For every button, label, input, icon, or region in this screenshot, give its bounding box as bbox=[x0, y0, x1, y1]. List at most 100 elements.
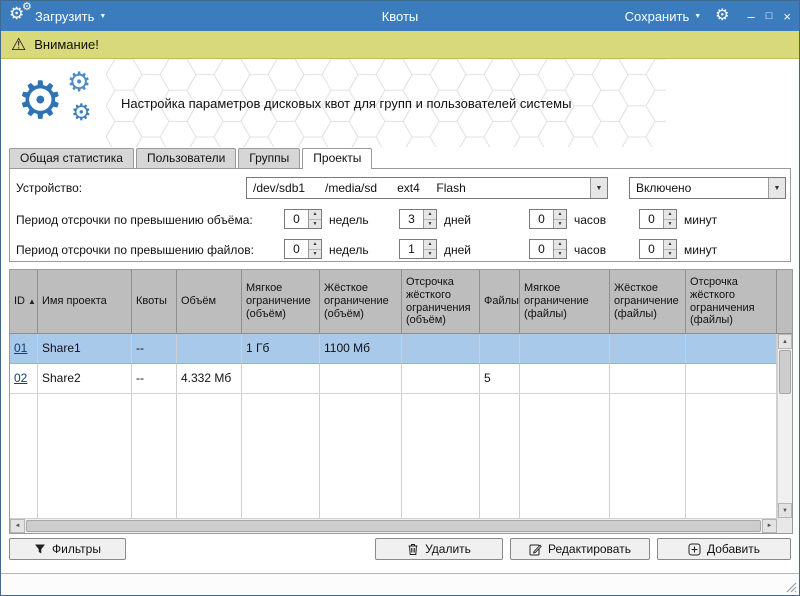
tab-bar: Общая статистика Пользователи Группы Про… bbox=[1, 147, 799, 168]
files-hours-spinner[interactable]: 0 ▲▼ bbox=[529, 239, 567, 259]
horizontal-scrollbar[interactable]: ◄ ► bbox=[10, 518, 777, 533]
hours-unit-label: часов bbox=[574, 243, 606, 257]
window-controls: – □ × bbox=[748, 10, 791, 23]
column-header-project-name[interactable]: Имя проекта bbox=[38, 270, 132, 334]
resize-grip[interactable] bbox=[785, 581, 797, 593]
cell-grace-volume bbox=[402, 334, 480, 364]
edit-pencil-icon bbox=[529, 543, 542, 556]
spin-up-button[interactable]: ▲ bbox=[664, 210, 676, 220]
settings-gear-icon[interactable]: ⚙ bbox=[715, 8, 729, 24]
spin-down-button[interactable]: ▼ bbox=[309, 220, 321, 229]
save-button[interactable]: Сохранить ▼ bbox=[625, 9, 702, 24]
spin-down-button[interactable]: ▼ bbox=[554, 220, 566, 229]
delete-button[interactable]: Удалить bbox=[375, 538, 503, 560]
column-header-hard-limit-files[interactable]: Жёсткое ограничение (файлы) bbox=[610, 270, 686, 334]
column-header-grace-volume[interactable]: Отсрочка жёсткого ограничения (объём) bbox=[402, 270, 480, 334]
spin-up-button[interactable]: ▲ bbox=[424, 210, 436, 220]
table-row[interactable]: 01 Share1 -- 1 Гб 1100 Мб bbox=[10, 334, 777, 364]
quota-status-select[interactable]: Включено ▼ bbox=[629, 177, 786, 199]
column-header-soft-limit-files[interactable]: Мягкое ограничение (файлы) bbox=[520, 270, 610, 334]
spin-down-button[interactable]: ▼ bbox=[664, 250, 676, 259]
volume-hours-spinner[interactable]: 0 ▲▼ bbox=[529, 209, 567, 229]
device-select[interactable]: /dev/sdb1 /media/sd ext4 Flash ▼ bbox=[246, 177, 608, 199]
minutes-unit-label: минут bbox=[684, 243, 717, 257]
column-header-hard-limit-volume[interactable]: Жёсткое ограничение (объём) bbox=[320, 270, 402, 334]
cell-project-name: Share1 bbox=[38, 334, 132, 364]
maximize-button[interactable]: □ bbox=[766, 11, 773, 22]
vertical-scrollbar-thumb[interactable] bbox=[779, 350, 791, 394]
column-header-volume[interactable]: Объём bbox=[177, 270, 242, 334]
tab-projects[interactable]: Проекты bbox=[302, 148, 372, 169]
spin-up-button[interactable]: ▲ bbox=[664, 240, 676, 250]
spin-down-button[interactable]: ▼ bbox=[664, 220, 676, 229]
load-button-label: Загрузить bbox=[35, 9, 94, 24]
projects-table: ID ▲ Имя проекта Квоты Объём Мягкое огра… bbox=[9, 269, 793, 534]
scroll-right-button[interactable]: ► bbox=[762, 519, 777, 533]
spin-down-button[interactable]: ▼ bbox=[424, 220, 436, 229]
filters-button[interactable]: Фильтры bbox=[9, 538, 126, 560]
cell-soft-limit-files bbox=[520, 364, 610, 394]
add-button-label: Добавить bbox=[707, 542, 760, 556]
add-button[interactable]: Добавить bbox=[657, 538, 791, 560]
warning-banner: ⚠ Внимание! bbox=[1, 31, 799, 59]
spin-down-button[interactable]: ▼ bbox=[554, 250, 566, 259]
column-header-grace-files[interactable]: Отсрочка жёсткого ограничения (файлы) bbox=[686, 270, 777, 334]
close-button[interactable]: × bbox=[783, 10, 791, 23]
table-empty-area bbox=[10, 394, 777, 518]
scroll-left-button[interactable]: ◄ bbox=[10, 519, 25, 533]
volume-days-spinner[interactable]: 3 ▲▼ bbox=[399, 209, 437, 229]
chevron-down-icon: ▼ bbox=[99, 13, 106, 20]
column-header-id[interactable]: ID ▲ bbox=[10, 270, 38, 334]
intro-text: Настройка параметров дисковых квот для г… bbox=[121, 96, 571, 111]
save-button-label: Сохранить bbox=[625, 9, 690, 24]
horizontal-scrollbar-thumb[interactable] bbox=[26, 520, 761, 532]
gear-icon: ⚙ bbox=[67, 69, 91, 96]
days-unit-label: дней bbox=[444, 243, 471, 257]
volume-weeks-spinner[interactable]: 0 ▲▼ bbox=[284, 209, 322, 229]
cell-grace-files bbox=[686, 364, 777, 394]
column-header-soft-limit-volume[interactable]: Мягкое ограничение (объём) bbox=[242, 270, 320, 334]
gear-icon: ⚙ bbox=[17, 75, 64, 127]
files-minutes-spinner[interactable]: 0 ▲▼ bbox=[639, 239, 677, 259]
row-id-link[interactable]: 02 bbox=[14, 371, 27, 385]
files-days-spinner[interactable]: 1 ▲▼ bbox=[399, 239, 437, 259]
minutes-unit-label: минут bbox=[684, 213, 717, 227]
spin-down-button[interactable]: ▼ bbox=[424, 250, 436, 259]
titlebar: ⚙ ⚙ Загрузить ▼ Квоты Сохранить ▼ ⚙ – □ … bbox=[1, 1, 799, 31]
quota-status-value: Включено bbox=[630, 178, 768, 198]
edit-button[interactable]: Редактировать bbox=[510, 538, 650, 560]
days-unit-label: дней bbox=[444, 213, 471, 227]
spin-up-button[interactable]: ▲ bbox=[309, 240, 321, 250]
tab-groups[interactable]: Группы bbox=[238, 148, 300, 168]
scroll-down-button[interactable]: ▼ bbox=[778, 503, 792, 518]
tab-users[interactable]: Пользователи bbox=[136, 148, 236, 168]
vertical-scrollbar[interactable]: ▲ ▼ bbox=[777, 334, 792, 518]
spin-up-button[interactable]: ▲ bbox=[309, 210, 321, 220]
tab-general-statistics[interactable]: Общая статистика bbox=[9, 148, 134, 168]
files-weeks-spinner[interactable]: 0 ▲▼ bbox=[284, 239, 322, 259]
column-header-files[interactable]: Файлы bbox=[480, 270, 520, 334]
status-bar bbox=[1, 573, 799, 595]
cell-files: 5 bbox=[480, 364, 520, 394]
load-button[interactable]: Загрузить ▼ bbox=[35, 9, 106, 24]
spinner-value: 0 bbox=[530, 210, 553, 228]
volume-minutes-spinner[interactable]: 0 ▲▼ bbox=[639, 209, 677, 229]
scroll-up-button[interactable]: ▲ bbox=[778, 334, 792, 349]
warning-icon: ⚠ bbox=[11, 36, 26, 53]
spinner-value: 0 bbox=[530, 240, 553, 258]
spinner-value: 0 bbox=[285, 240, 308, 258]
cell-grace-files bbox=[686, 334, 777, 364]
spin-up-button[interactable]: ▲ bbox=[554, 210, 566, 220]
spin-up-button[interactable]: ▲ bbox=[554, 240, 566, 250]
spin-up-button[interactable]: ▲ bbox=[424, 240, 436, 250]
spinner-value: 0 bbox=[640, 210, 663, 228]
spin-down-button[interactable]: ▼ bbox=[309, 250, 321, 259]
cell-quotas: -- bbox=[132, 364, 177, 394]
row-id-link[interactable]: 01 bbox=[14, 341, 27, 355]
minimize-button[interactable]: – bbox=[748, 10, 755, 23]
column-header-quotas[interactable]: Квоты bbox=[132, 270, 177, 334]
table-row[interactable]: 02 Share2 -- 4.332 Мб 5 bbox=[10, 364, 777, 394]
delete-button-label: Удалить bbox=[425, 542, 471, 556]
scrollbar-corner bbox=[777, 518, 792, 533]
spinner-value: 0 bbox=[285, 210, 308, 228]
